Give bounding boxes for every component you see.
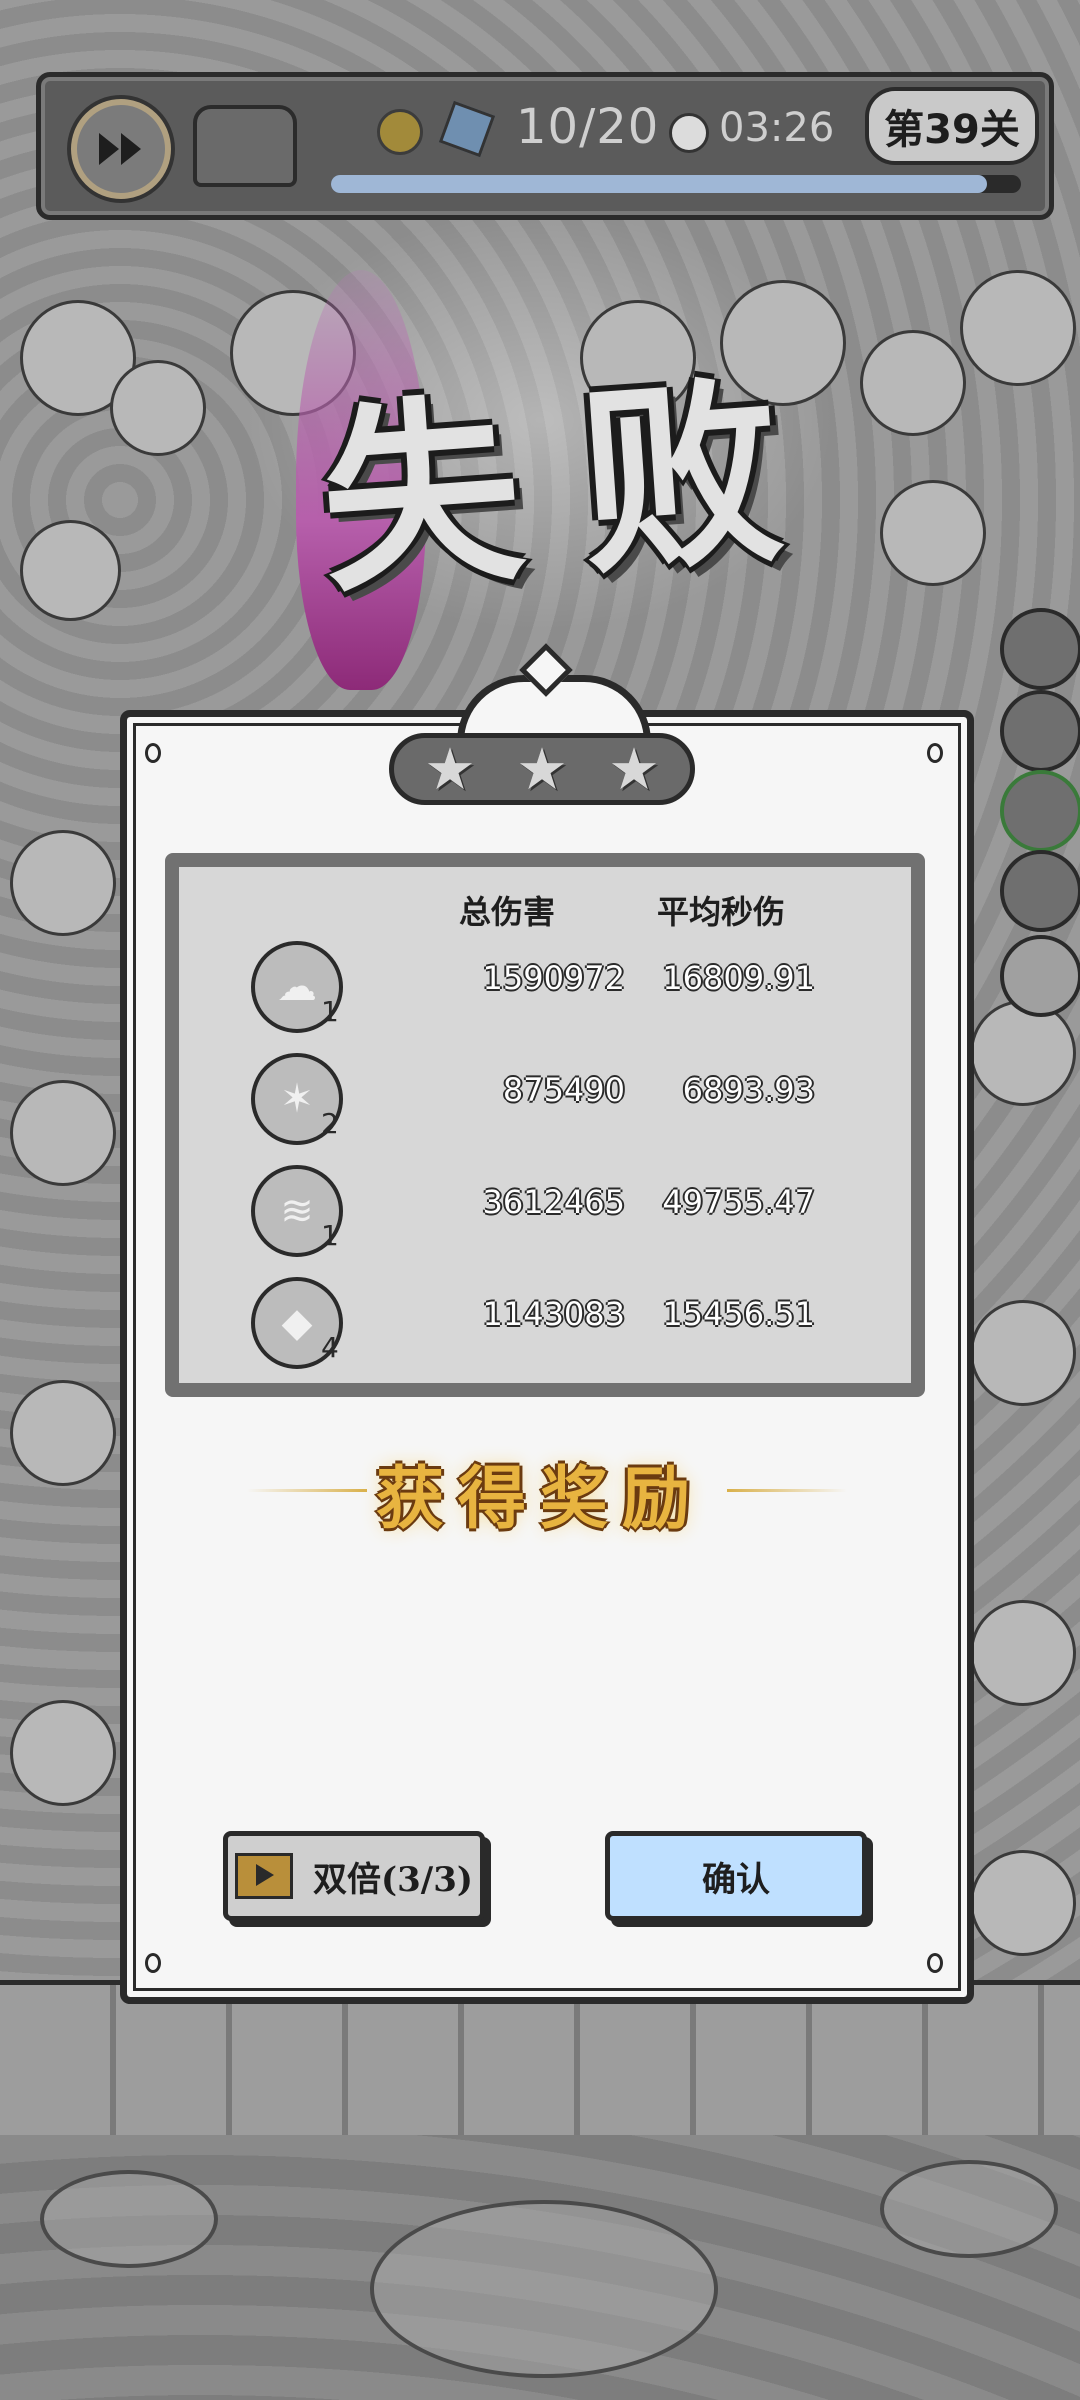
fast-forward-button[interactable] <box>71 99 171 199</box>
table-row: ✶ 2 875490 6893.93 <box>179 1053 911 1153</box>
hero-level: 2 <box>321 1107 339 1140</box>
confirm-button[interactable]: 确认 <box>605 1831 867 1921</box>
rivet <box>927 743 943 763</box>
damage-stats-table: 总伤害 平均秒伤 ☁ 1 1590972 16809.91 ✶ 2 875490… <box>165 853 925 1397</box>
spike-trap-right <box>880 2160 1058 2258</box>
total-damage: 3612465 <box>482 1183 625 1221</box>
stone-wall <box>0 1980 1080 2140</box>
side-hero-slot-5[interactable] <box>1000 935 1080 1017</box>
avg-dps: 6893.93 <box>682 1071 815 1109</box>
header-total-damage: 总伤害 <box>459 893 556 931</box>
hero-level: 1 <box>321 995 339 1028</box>
defeat-title: 失败 <box>313 354 789 621</box>
reward-title: 获得奖励 <box>375 1459 704 1539</box>
side-hero-slot-1[interactable] <box>1000 608 1080 690</box>
result-panel: ★ ★ ★ 总伤害 平均秒伤 ☁ 1 1590972 16809.91 ✶ 2 … <box>120 643 974 2004</box>
rivet <box>145 743 161 763</box>
total-damage: 1143083 <box>482 1295 625 1333</box>
side-hero-slot-3[interactable] <box>1000 770 1080 852</box>
star-icon: ★ <box>424 735 476 803</box>
total-damage: 875490 <box>502 1071 625 1109</box>
wave-progress-bar <box>331 175 1021 193</box>
central-pool <box>370 2200 718 2378</box>
avg-dps: 16809.91 <box>662 959 815 997</box>
gem-icon <box>438 100 496 158</box>
avg-dps: 49755.47 <box>662 1183 815 1221</box>
total-damage: 1590972 <box>482 959 625 997</box>
wave-progress-fill <box>331 175 987 193</box>
hero-level: 4 <box>321 1331 339 1364</box>
top-hud: 10/20 03:26 第39关 <box>36 72 1054 220</box>
star-rating: ★ ★ ★ <box>389 733 695 805</box>
table-row: ◆ 4 1143083 15456.51 <box>179 1277 911 1377</box>
timer: 03:26 <box>719 105 835 151</box>
hero-level: 1 <box>321 1219 339 1252</box>
spike-trap-left <box>40 2170 218 2268</box>
star-icon: ★ <box>608 735 660 803</box>
confirm-label: 确认 <box>702 1859 770 1900</box>
fast-forward-icon <box>99 133 141 165</box>
rivet <box>927 1953 943 1973</box>
table-row: ≋ 1 3612465 49755.47 <box>179 1165 911 1265</box>
rivet <box>145 1953 161 1973</box>
side-hero-slot-4[interactable] <box>1000 850 1080 932</box>
resource-count: 10/20 <box>516 99 660 155</box>
video-icon <box>235 1853 294 1899</box>
treasure-chest-button[interactable] <box>193 105 297 187</box>
coin-icon <box>377 109 423 155</box>
side-hero-slot-2[interactable] <box>1000 690 1080 772</box>
double-reward-label: 双倍(3/3) <box>313 1859 473 1900</box>
double-reward-button[interactable]: 双倍(3/3) <box>223 1831 485 1921</box>
header-avg-dps: 平均秒伤 <box>657 893 786 931</box>
table-row: ☁ 1 1590972 16809.91 <box>179 941 911 1041</box>
level-badge: 第39关 <box>865 87 1039 165</box>
avg-dps: 15456.51 <box>662 1295 815 1333</box>
clock-icon <box>669 113 709 153</box>
star-icon: ★ <box>516 735 568 803</box>
